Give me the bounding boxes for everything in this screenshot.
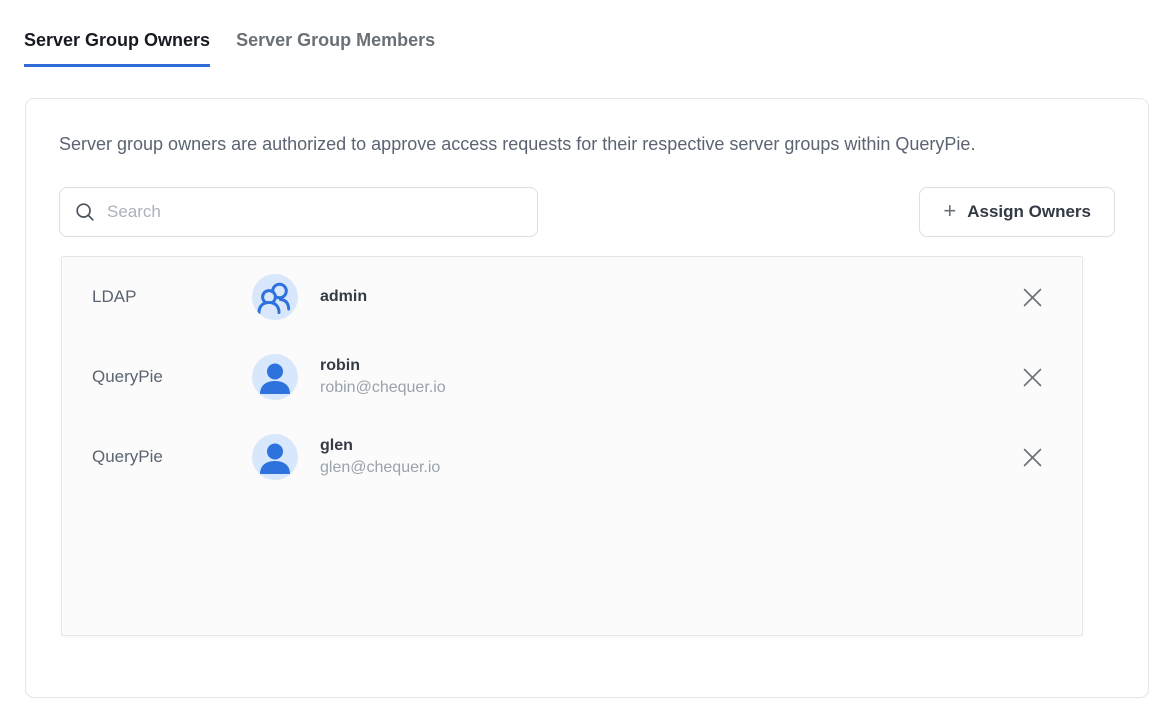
owner-name: admin xyxy=(320,287,367,307)
owner-row: LDAP admin xyxy=(62,257,1082,337)
owner-email: glen@chequer.io xyxy=(320,458,440,478)
group-avatar-icon xyxy=(252,274,298,320)
owner-row: QueryPie glen glen@chequer.io xyxy=(62,417,1082,497)
assign-owners-button-label: Assign Owners xyxy=(967,202,1091,222)
owners-list: LDAP admin xyxy=(61,256,1083,636)
owner-name: glen xyxy=(320,436,440,456)
plus-icon: + xyxy=(943,200,956,222)
tab-bar: Server Group Owners Server Group Members xyxy=(24,28,435,67)
owner-row: QueryPie robin robin@chequer.io xyxy=(62,337,1082,417)
close-icon xyxy=(1023,288,1042,307)
assign-owners-button[interactable]: + Assign Owners xyxy=(919,187,1115,237)
tab-server-group-members[interactable]: Server Group Members xyxy=(236,28,435,67)
search-icon xyxy=(75,202,95,222)
user-avatar-icon xyxy=(252,434,298,480)
owner-email: robin@chequer.io xyxy=(320,378,446,398)
owner-source-label: QueryPie xyxy=(92,367,252,387)
owners-description-text: Server group owners are authorized to ap… xyxy=(59,130,1099,158)
owner-source-label: QueryPie xyxy=(92,447,252,467)
owner-name: robin xyxy=(320,356,446,376)
user-avatar-icon xyxy=(252,354,298,400)
search-box xyxy=(59,187,538,237)
remove-owner-button[interactable] xyxy=(1015,280,1049,314)
search-input[interactable] xyxy=(107,202,522,222)
tab-server-group-owners[interactable]: Server Group Owners xyxy=(24,28,210,67)
owners-toolbar: + Assign Owners xyxy=(59,187,1115,237)
close-icon xyxy=(1023,448,1042,467)
server-group-owners-card: Server group owners are authorized to ap… xyxy=(25,98,1149,698)
remove-owner-button[interactable] xyxy=(1015,360,1049,394)
server-group-settings-page: Server Group Owners Server Group Members… xyxy=(0,0,1174,728)
owner-source-label: LDAP xyxy=(92,287,252,307)
close-icon xyxy=(1023,368,1042,387)
remove-owner-button[interactable] xyxy=(1015,440,1049,474)
